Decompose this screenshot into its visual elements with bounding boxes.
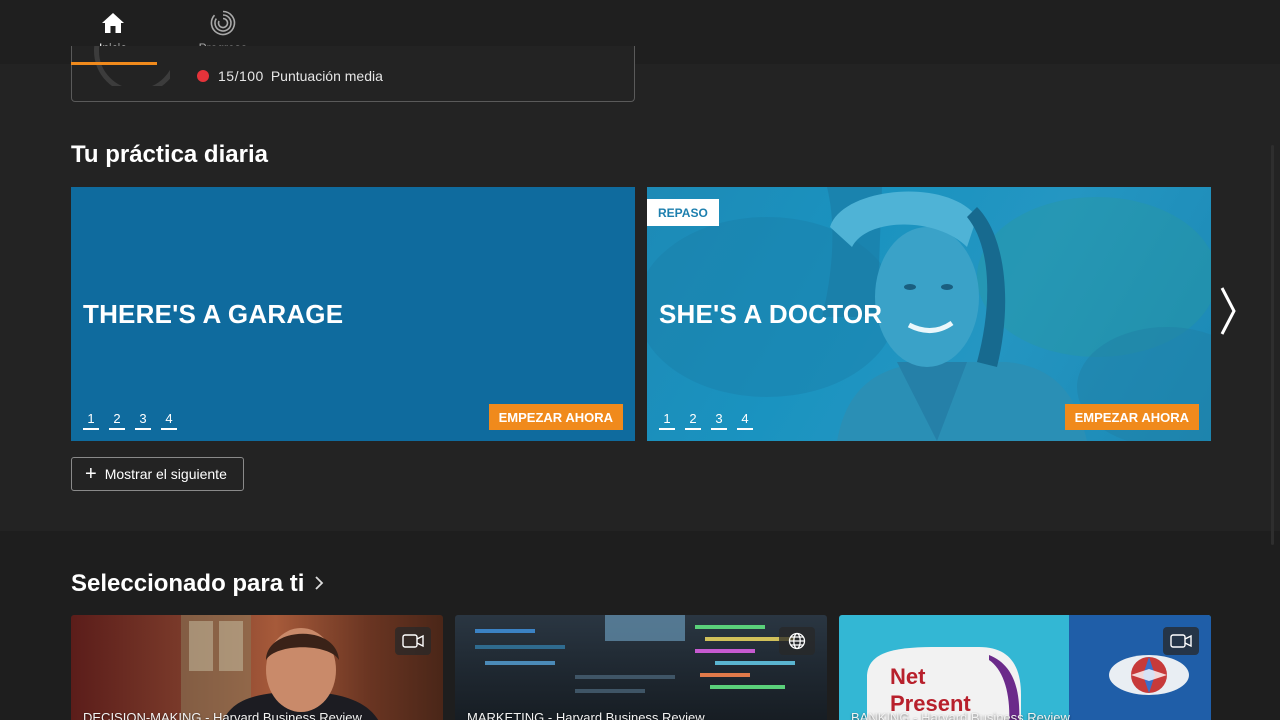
step-number: 3 xyxy=(135,411,151,430)
content-tile[interactable]: DECISION-MAKING - Harvard Business Revie… xyxy=(71,615,443,720)
globe-icon xyxy=(779,627,815,655)
active-tab-indicator xyxy=(71,62,157,65)
step-number: 2 xyxy=(685,411,701,430)
step-number: 2 xyxy=(109,411,125,430)
home-icon xyxy=(100,10,126,36)
video-icon xyxy=(395,627,431,655)
selected-title: Seleccionado para ti xyxy=(71,570,305,597)
start-now-button[interactable]: EMPEZAR AHORA xyxy=(488,404,623,430)
daily-practice-title: Tu práctica diaria xyxy=(71,141,268,168)
score-value: 15/100 xyxy=(218,68,264,84)
review-badge: REPASO xyxy=(647,199,719,226)
tile-label: DECISION-MAKING - Harvard Business Revie… xyxy=(83,710,362,720)
lesson-title: SHE'S A DOCTOR xyxy=(659,299,883,329)
lesson-steps: 1 2 3 4 xyxy=(659,411,753,430)
progress-icon xyxy=(210,10,236,36)
lesson-title: THERE'S A GARAGE xyxy=(83,299,344,329)
step-number: 1 xyxy=(83,411,99,430)
code-screen-photo xyxy=(475,615,795,693)
show-next-button[interactable]: + Mostrar el siguiente xyxy=(71,457,244,491)
content-tile[interactable]: MARKETING - Harvard Business Review xyxy=(455,615,827,720)
show-next-label: Mostrar el siguiente xyxy=(104,466,227,482)
chevron-right-icon[interactable] xyxy=(1214,284,1242,338)
tile-label: BANKING - Harvard Business Review xyxy=(851,710,1070,720)
plus-icon: + xyxy=(85,463,97,485)
lesson-card[interactable]: THERE'S A GARAGE 1 2 3 4 EMPEZAR AHORA xyxy=(71,187,635,441)
lesson-card[interactable]: REPASO SHE'S A DOCTOR 1 2 3 4 EMPEZAR AH… xyxy=(647,187,1211,441)
tile-image-text: Net Present xyxy=(890,664,971,716)
content-tile[interactable]: Net Present BANKING - Harvard Business R… xyxy=(839,615,1211,720)
selected-section-header[interactable]: Seleccionado para ti xyxy=(71,570,324,598)
chevron-right-icon xyxy=(314,574,324,595)
step-number: 4 xyxy=(737,411,753,430)
score-card: 15/100 Puntuación media xyxy=(71,46,635,102)
step-number: 1 xyxy=(659,411,675,430)
lesson-steps: 1 2 3 4 xyxy=(83,411,177,430)
presenter-photo xyxy=(181,615,379,720)
video-icon xyxy=(1163,627,1199,655)
step-number: 4 xyxy=(161,411,177,430)
status-dot xyxy=(197,70,209,82)
score-label: Puntuación media xyxy=(270,68,383,84)
step-number: 3 xyxy=(711,411,727,430)
score-summary: 15/100 Puntuación media xyxy=(197,68,383,84)
page-scrollbar[interactable] xyxy=(1271,145,1274,545)
tile-label: MARKETING - Harvard Business Review xyxy=(467,710,705,720)
start-now-button[interactable]: EMPEZAR AHORA xyxy=(1064,404,1199,430)
score-ring xyxy=(94,46,170,86)
